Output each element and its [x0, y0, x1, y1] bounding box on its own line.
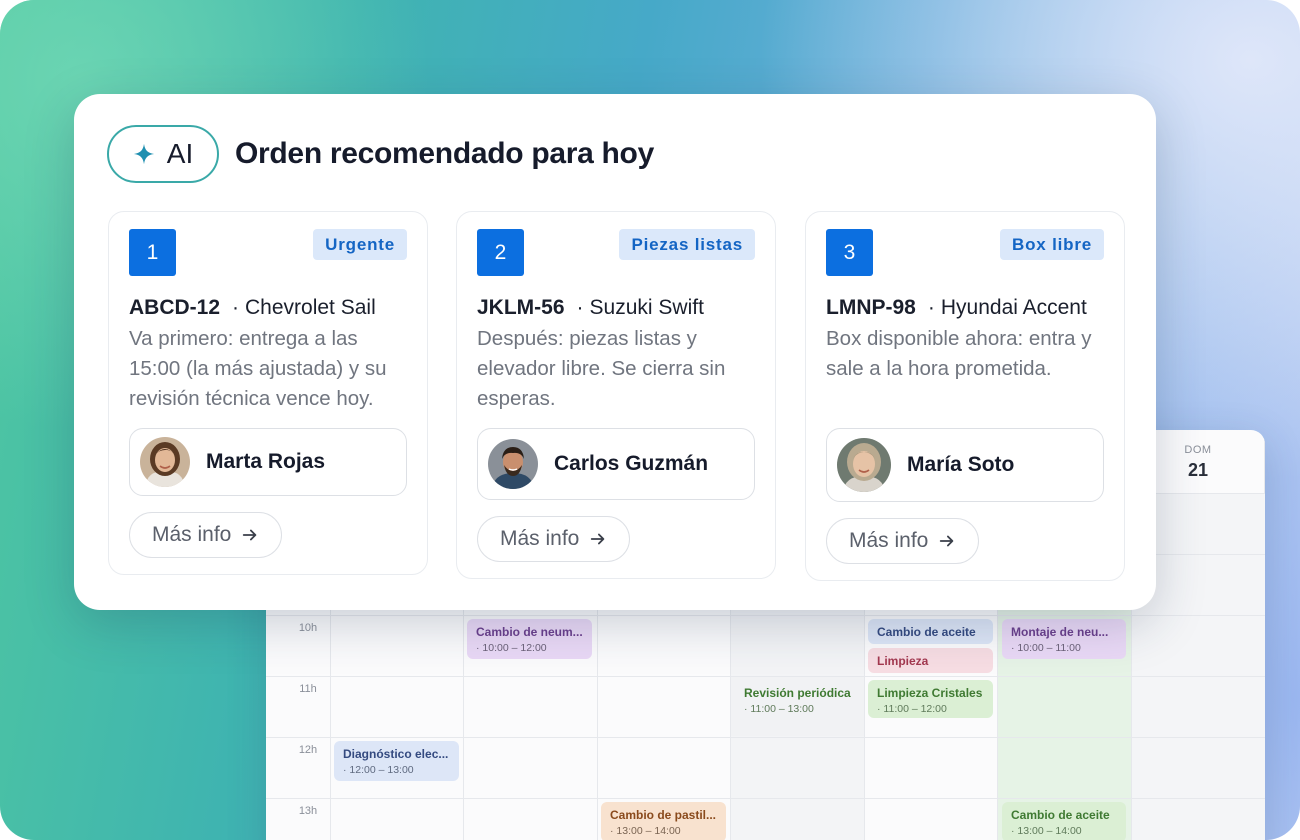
- calendar-event[interactable]: Diagnóstico elec... · 12:00 – 13:00: [334, 741, 459, 781]
- event-time: · 10:00 – 11:00: [1011, 642, 1081, 654]
- separator: ·: [232, 296, 240, 319]
- recommendation-card[interactable]: 2 Piezas listas JKLM-56 · Suzuki Swift Des…: [456, 211, 776, 579]
- grid-line: [266, 737, 1265, 738]
- more-info-label: Más info: [152, 523, 232, 546]
- status-tag: Piezas listas: [619, 229, 755, 260]
- separator: ·: [927, 296, 935, 319]
- avatar: [488, 439, 538, 489]
- event-time: · 13:00 – 14:00: [610, 825, 681, 837]
- event-title: Revisión periódica: [744, 686, 851, 700]
- vehicle-line: ABCD-12 · Chevrolet Sail: [129, 296, 423, 320]
- license-plate: LMNP-98: [826, 296, 916, 319]
- person-name: María Soto: [907, 453, 1015, 476]
- license-plate: ABCD-12: [129, 296, 221, 319]
- event-time: · 12:00 – 13:00: [343, 764, 414, 776]
- sparkle-icon: [133, 143, 154, 165]
- event-time: · 10:00 – 12:00: [476, 642, 547, 654]
- grid-line: [266, 798, 1265, 799]
- event-title: Cambio de pastil...: [610, 808, 717, 822]
- person-name: Carlos Guzmán: [554, 452, 709, 475]
- calendar-event[interactable]: Cambio de pastil... · 13:00 – 14:00: [601, 802, 726, 840]
- vehicle-model: Hyundai Accent: [940, 296, 1087, 319]
- vehicle-model: Suzuki Swift: [589, 296, 704, 319]
- vehicle-model: Chevrolet Sail: [245, 296, 376, 319]
- event-title: Limpieza Cristales: [877, 686, 983, 700]
- more-info-button[interactable]: Más info: [826, 518, 980, 564]
- assigned-person[interactable]: Marta Rojas: [129, 428, 407, 496]
- calendar-event[interactable]: Montaje de neu... · 10:00 – 11:00: [1002, 619, 1126, 659]
- recommendation-description: Va primero: entrega a las 15:00 (la más …: [129, 327, 387, 410]
- recommendation-description: Después: piezas listas y elevador libre.…: [477, 327, 726, 410]
- license-plate: JKLM-56: [477, 296, 565, 319]
- calendar-event[interactable]: Limpieza: [868, 648, 993, 673]
- recommendation-card[interactable]: 1 Urgente ABCD-12 · Chevrolet Sail Va prim…: [108, 211, 428, 575]
- arrow-right-icon: [243, 529, 257, 541]
- gradient-backdrop: DOM 21 10h 11h 12h 13h Cambio de neum...…: [0, 0, 1300, 840]
- calendar-event[interactable]: Limpieza Cristales · 11:00 – 12:00: [868, 680, 993, 718]
- ai-badge: AI: [107, 125, 219, 183]
- status-tag: Box libre: [1000, 229, 1104, 260]
- avatar: [837, 438, 891, 492]
- event-time: · 11:00 – 12:00: [877, 703, 947, 715]
- hour-label: 11h: [299, 683, 317, 695]
- ai-recommendation-card: AI Orden recomendado para hoy 1 Urgente …: [74, 94, 1156, 610]
- assigned-person[interactable]: Carlos Guzmán: [477, 428, 755, 500]
- calendar-event[interactable]: Revisión periódica · 11:00 – 13:00: [735, 680, 860, 718]
- vehicle-line: LMNP-98 · Hyundai Accent: [826, 296, 1120, 320]
- recommendation-description: Box disponible ahora: entra y sale a la …: [826, 327, 1092, 380]
- event-title: Diagnóstico elec...: [343, 747, 449, 761]
- rank-badge: 2: [477, 229, 524, 276]
- event-title: Limpieza: [877, 654, 929, 668]
- rank-badge: 1: [129, 229, 176, 276]
- event-title: Cambio de neum...: [476, 625, 583, 639]
- panel-title: Orden recomendado para hoy: [235, 137, 654, 170]
- more-info-button[interactable]: Más info: [129, 512, 283, 558]
- hour-label: 12h: [298, 744, 318, 756]
- event-title: Cambio de aceite: [1011, 808, 1110, 822]
- separator: ·: [576, 296, 584, 319]
- grid-line: [266, 615, 1265, 616]
- calendar-event[interactable]: Cambio de neum... · 10:00 – 12:00: [467, 619, 592, 659]
- arrow-right-icon: [940, 535, 954, 547]
- hour-label: 13h: [298, 805, 318, 817]
- avatar: [140, 437, 190, 487]
- arrow-right-icon: [591, 533, 605, 545]
- grid-line: [266, 676, 1265, 677]
- event-time: · 11:00 – 13:00: [744, 703, 814, 715]
- ai-badge-label: AI: [166, 138, 194, 169]
- more-info-button[interactable]: Más info: [477, 516, 631, 562]
- person-name: Marta Rojas: [206, 450, 326, 473]
- calendar-event[interactable]: Cambio de aceite · 13:00 – 14:00: [1002, 802, 1126, 840]
- calendar-event[interactable]: Cambio de aceite: [868, 619, 993, 644]
- vehicle-line: JKLM-56 · Suzuki Swift: [477, 296, 771, 320]
- more-info-label: Más info: [500, 527, 580, 550]
- recommendation-card[interactable]: 3 Box libre LMNP-98 · Hyundai Accent Box d…: [805, 211, 1125, 581]
- more-info-label: Más info: [849, 529, 929, 552]
- status-tag: Urgente: [313, 229, 407, 260]
- hour-label: 10h: [298, 622, 318, 634]
- event-title: Montaje de neu...: [1011, 625, 1109, 639]
- event-title: Cambio de aceite: [877, 625, 976, 639]
- event-time: · 13:00 – 14:00: [1011, 825, 1082, 837]
- assigned-person[interactable]: María Soto: [826, 428, 1104, 502]
- rank-badge: 3: [826, 229, 873, 276]
